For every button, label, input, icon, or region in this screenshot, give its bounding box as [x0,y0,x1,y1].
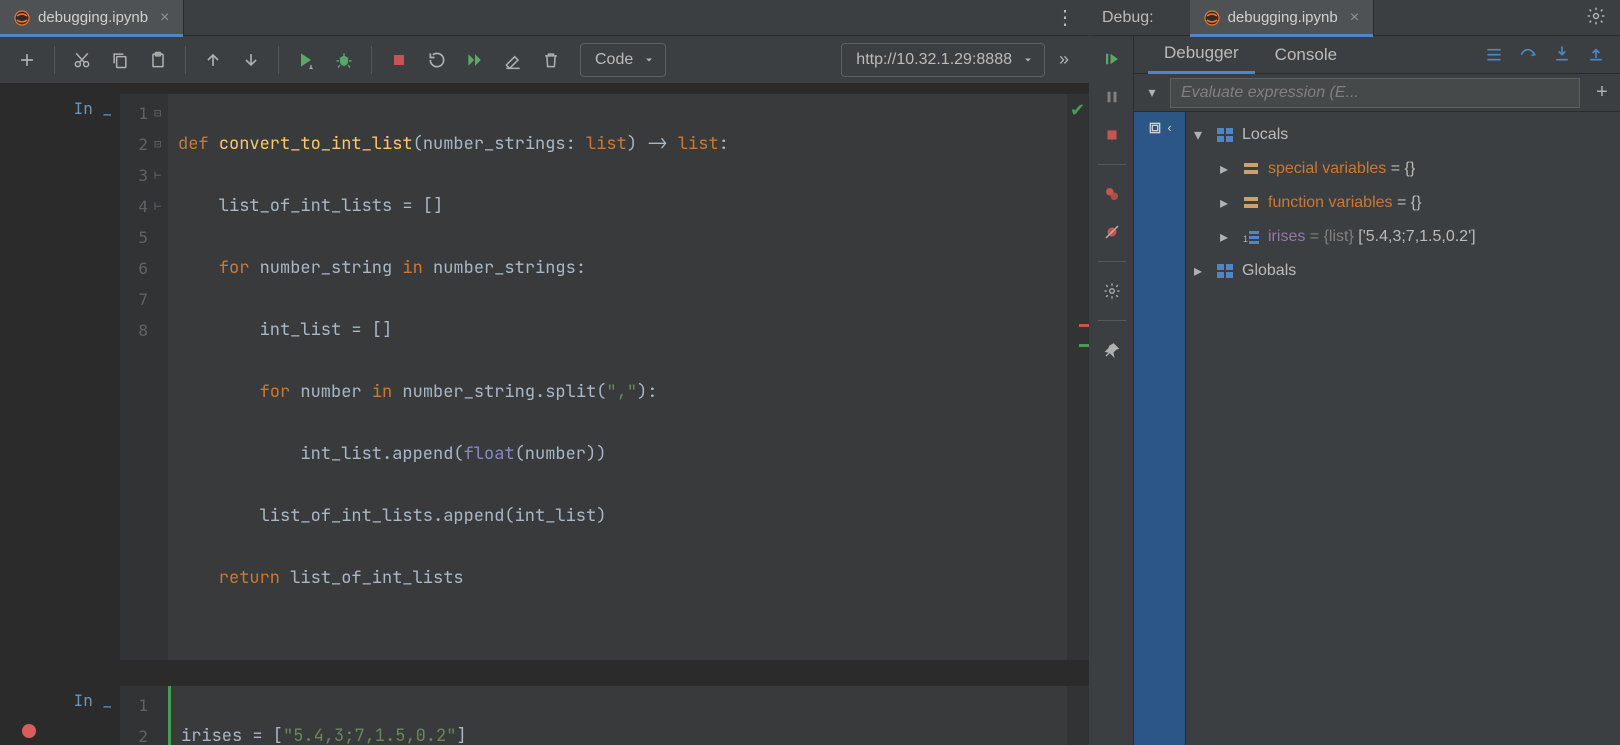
editor-area: In _ 12345678 ⊟⊟⊢⊢ def convert_to_int_li… [0,84,1089,745]
code-cell[interactable]: In _ 12345 irises = ["5.4,3;7,1.5,0.2"] … [0,686,1089,745]
debugger-tabbar: Debugger Console [1134,36,1620,74]
debug-label: Debug: [1102,9,1154,27]
cell-prompt: In _ [60,94,120,660]
resume-button[interactable] [1095,44,1129,74]
debug-tab-label: debugging.ipynb [1228,9,1338,26]
svg-text:1: 1 [1243,234,1248,244]
variables-tree[interactable]: ▾ Locals ▸ special variables = {} ▸ [1186,112,1620,745]
layout-icon[interactable] [1484,43,1504,66]
group-icon [1242,194,1260,212]
line-numbers: 12345 [120,686,154,745]
scope-globals[interactable]: ▸ Globals [1194,254,1612,288]
cell-type-dropdown[interactable]: Code [580,43,666,77]
close-icon[interactable]: × [1346,9,1359,27]
warning-marker[interactable] [1079,324,1089,327]
chevron-down-icon [1022,54,1034,66]
console-tab[interactable]: Console [1259,36,1353,74]
delete-cell-button[interactable] [534,43,568,77]
group-icon [1242,160,1260,178]
notebook-toolbar: Code http://10.32.1.29:8888 » [0,36,1089,84]
editor-tabbar: debugging.ipynb × ⋮ [0,0,1089,36]
evaluate-expression-input[interactable]: Evaluate expression (E... [1170,78,1580,108]
breakpoint-gutter[interactable] [0,686,60,745]
code-cell[interactable]: In _ 12345678 ⊟⊟⊢⊢ def convert_to_int_li… [0,94,1089,660]
frames-toolbar[interactable]: ‹ [1134,112,1186,745]
marker-bar: ✔ [1067,94,1089,660]
step-over-icon[interactable] [1518,43,1538,66]
tab-label: debugging.ipynb [38,9,148,26]
pin-button[interactable] [1095,335,1129,365]
fold-gutter[interactable] [154,686,168,745]
debug-header: Debug: debugging.ipynb × [1090,0,1620,36]
scope-icon [1216,262,1234,280]
breakpoint-gutter[interactable] [0,94,60,660]
jupyter-icon [1204,10,1220,26]
var-function-vars[interactable]: ▸ function variables = {} [1194,186,1612,220]
editor-tab[interactable]: debugging.ipynb × [0,0,184,36]
debug-config-tab[interactable]: debugging.ipynb × [1190,0,1374,36]
kernel-url-label: http://10.32.1.29:8888 [856,51,1012,69]
code-body[interactable]: def convert_to_int_list(number_strings: … [168,94,1067,660]
debugger-settings-button[interactable] [1095,276,1129,306]
var-irises[interactable]: ▸ 1 irises = {list} ['5.4,3;7,1.5,0.2'] [1194,220,1612,254]
kernel-url-dropdown[interactable]: http://10.32.1.29:8888 [841,43,1045,77]
fold-gutter[interactable]: ⊟⊟⊢⊢ [154,94,168,660]
ok-marker[interactable] [1079,344,1089,347]
copy-button[interactable] [103,43,137,77]
gear-icon [1586,6,1606,26]
close-icon[interactable]: × [156,9,169,27]
paste-button[interactable] [141,43,175,77]
move-down-button[interactable] [234,43,268,77]
marker-bar [1067,686,1089,745]
debugger-tab[interactable]: Debugger [1148,36,1255,74]
cell-type-label: Code [595,51,633,69]
stop-button[interactable] [382,43,416,77]
stop-debug-button[interactable] [1095,120,1129,150]
add-watch-button[interactable]: + [1584,81,1620,104]
code-body[interactable]: irises = ["5.4,3;7,1.5,0.2"] iris_inputs… [168,686,1067,745]
debug-action-bar [1090,36,1134,745]
debug-cell-button[interactable] [327,43,361,77]
view-breakpoints-button[interactable] [1095,179,1129,209]
breakpoint-icon[interactable] [22,724,36,738]
clear-outputs-button[interactable] [496,43,530,77]
thread-dropdown-icon[interactable]: ▾ [1134,84,1170,101]
check-icon: ✔ [1070,100,1085,121]
line-numbers: 12345678 [120,94,154,660]
jupyter-icon [14,10,30,26]
var-special[interactable]: ▸ special variables = {} [1194,152,1612,186]
download-icon[interactable] [1552,43,1572,66]
mute-breakpoints-button[interactable] [1095,217,1129,247]
add-cell-button[interactable] [10,43,44,77]
cell-prompt: In _ [60,686,120,745]
restart-button[interactable] [420,43,454,77]
run-all-button[interactable] [458,43,492,77]
restore-layout-icon [1147,120,1163,136]
toolbar-overflow-icon[interactable]: » [1049,49,1079,70]
pause-button[interactable] [1095,82,1129,112]
scope-icon [1216,126,1234,144]
kebab-icon[interactable]: ⋮ [1041,5,1089,30]
scope-locals[interactable]: ▾ Locals [1194,118,1612,152]
move-up-button[interactable] [196,43,230,77]
list-icon: 1 [1242,228,1260,246]
run-cell-button[interactable] [289,43,323,77]
debug-settings-button[interactable] [1572,6,1620,29]
upload-icon[interactable] [1586,43,1606,66]
chevron-down-icon [643,54,655,66]
cut-button[interactable] [65,43,99,77]
evaluate-row: ▾ Evaluate expression (E... + [1134,74,1620,112]
